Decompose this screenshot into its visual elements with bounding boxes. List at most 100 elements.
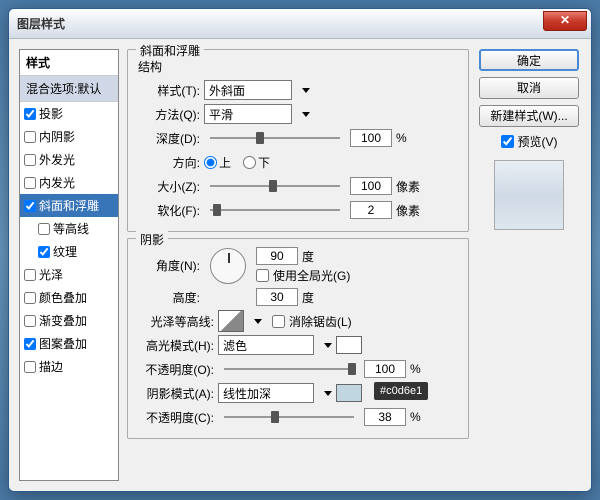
direction-down-radio[interactable]: 下 [243, 154, 270, 171]
dialog-body: 样式 混合选项:默认 投影内阴影外发光内发光斜面和浮雕等高线纹理光泽颜色叠加渐变… [9, 39, 591, 491]
hl-color-swatch[interactable] [336, 336, 362, 354]
altitude-label: 高度: [136, 289, 200, 306]
sidebar-item[interactable]: 投影 [20, 102, 118, 125]
cancel-button[interactable]: 取消 [479, 77, 579, 99]
sidebar-item-label: 内阴影 [39, 128, 75, 145]
titlebar[interactable]: 图层样式 ✕ [9, 9, 591, 39]
blend-options-row[interactable]: 混合选项:默认 [20, 76, 118, 102]
sidebar-item[interactable]: 斜面和浮雕 [20, 194, 118, 217]
main-panel: 斜面和浮雕 结构 样式(T): 外斜面 方法(Q): 平滑 深度(D): 100… [127, 49, 469, 481]
sh-opacity-input[interactable]: 38 [364, 408, 406, 426]
size-input[interactable]: 100 [350, 177, 392, 195]
layer-style-dialog: 图层样式 ✕ 样式 混合选项:默认 投影内阴影外发光内发光斜面和浮雕等高线纹理光… [8, 8, 592, 492]
altitude-input[interactable]: 30 [256, 288, 298, 306]
close-icon: ✕ [560, 13, 570, 27]
sidebar-header: 样式 [20, 50, 118, 76]
sidebar-item-checkbox[interactable] [24, 338, 36, 350]
angle-input[interactable]: 90 [256, 247, 298, 265]
bevel-group: 斜面和浮雕 结构 样式(T): 外斜面 方法(Q): 平滑 深度(D): 100… [127, 49, 469, 232]
sh-opacity-slider[interactable] [224, 408, 354, 426]
sidebar-item[interactable]: 纹理 [20, 240, 118, 263]
sh-color-swatch[interactable] [336, 384, 362, 402]
soften-input[interactable]: 2 [350, 201, 392, 219]
chevron-down-icon[interactable] [324, 343, 332, 348]
preview-thumbnail [494, 160, 564, 230]
depth-label: 深度(D): [136, 130, 200, 147]
chevron-down-icon[interactable] [254, 319, 262, 324]
angle-dial[interactable] [210, 248, 246, 284]
shading-legend: 阴影 [136, 231, 168, 248]
sidebar-item-label: 内发光 [39, 174, 75, 191]
sidebar-item-checkbox[interactable] [38, 246, 50, 258]
chevron-down-icon[interactable] [324, 391, 332, 396]
contour-label: 光泽等高线: [136, 313, 214, 330]
sidebar-item-checkbox[interactable] [24, 315, 36, 327]
sidebar-item-label: 纹理 [53, 243, 77, 260]
direction-label: 方向: [136, 154, 200, 171]
technique-select[interactable]: 平滑 [204, 104, 292, 124]
sh-mode-label: 阴影模式(A): [136, 385, 214, 402]
new-style-button[interactable]: 新建样式(W)... [479, 105, 579, 127]
pct-unit: % [396, 131, 424, 145]
bevel-legend: 斜面和浮雕 [136, 42, 204, 59]
depth-input[interactable]: 100 [350, 129, 392, 147]
sidebar-item[interactable]: 颜色叠加 [20, 286, 118, 309]
global-light-checkbox[interactable]: 使用全局光(G) [256, 267, 350, 284]
sidebar-item-label: 图案叠加 [39, 335, 87, 352]
direction-up-radio[interactable]: 上 [204, 154, 231, 171]
sidebar-item-label: 投影 [39, 105, 63, 122]
style-select[interactable]: 外斜面 [204, 80, 292, 100]
px-unit: 像素 [396, 202, 424, 219]
contour-picker[interactable] [218, 310, 244, 332]
size-slider[interactable] [210, 177, 340, 195]
hl-mode-select[interactable]: 滤色 [218, 335, 314, 355]
soften-label: 软化(F): [136, 202, 200, 219]
sh-mode-select[interactable]: 线性加深 [218, 383, 314, 403]
sidebar-item[interactable]: 内阴影 [20, 125, 118, 148]
hl-opacity-slider[interactable] [224, 360, 354, 378]
chevron-down-icon[interactable] [302, 88, 310, 93]
sidebar-item-checkbox[interactable] [24, 361, 36, 373]
soften-slider[interactable] [210, 201, 340, 219]
sidebar-item-checkbox[interactable] [24, 177, 36, 189]
sidebar-item-label: 颜色叠加 [39, 289, 87, 306]
deg-unit: 度 [302, 289, 314, 306]
right-panel: 确定 取消 新建样式(W)... 预览(V) [477, 49, 581, 481]
preview-checkbox[interactable]: 预览(V) [501, 133, 558, 150]
sidebar-item-label: 斜面和浮雕 [39, 197, 99, 214]
hl-opacity-input[interactable]: 100 [364, 360, 406, 378]
sidebar-item-checkbox[interactable] [24, 154, 36, 166]
sidebar-item[interactable]: 内发光 [20, 171, 118, 194]
sidebar-item[interactable]: 等高线 [20, 217, 118, 240]
size-label: 大小(Z): [136, 178, 200, 195]
technique-label: 方法(Q): [136, 106, 200, 123]
sidebar-item-checkbox[interactable] [24, 131, 36, 143]
depth-slider[interactable] [210, 129, 340, 147]
sh-opacity-label: 不透明度(C): [136, 409, 214, 426]
px-unit: 像素 [396, 178, 424, 195]
style-label: 样式(T): [136, 82, 200, 99]
sidebar-item-checkbox[interactable] [24, 200, 36, 212]
sidebar-item-label: 光泽 [39, 266, 63, 283]
hl-opacity-label: 不透明度(O): [136, 361, 214, 378]
shading-group: 阴影 角度(N): 90 度 使用全局光(G) 高度: 30 [127, 238, 469, 439]
sidebar-item[interactable]: 光泽 [20, 263, 118, 286]
ok-button[interactable]: 确定 [479, 49, 579, 71]
color-tooltip: #c0d6e1 [374, 382, 428, 400]
sidebar-item[interactable]: 图案叠加 [20, 332, 118, 355]
sidebar-item[interactable]: 渐变叠加 [20, 309, 118, 332]
sidebar-item-checkbox[interactable] [38, 223, 50, 235]
sidebar-item-checkbox[interactable] [24, 292, 36, 304]
antialias-checkbox[interactable]: 消除锯齿(L) [272, 313, 352, 330]
chevron-down-icon[interactable] [302, 112, 310, 117]
structure-legend: 结构 [138, 58, 460, 75]
sidebar-item-checkbox[interactable] [24, 108, 36, 120]
angle-label: 角度(N): [136, 257, 200, 274]
sidebar-item[interactable]: 外发光 [20, 148, 118, 171]
sidebar-item-label: 等高线 [53, 220, 89, 237]
close-button[interactable]: ✕ [543, 11, 587, 31]
sidebar-item[interactable]: 描边 [20, 355, 118, 378]
sidebar-item-checkbox[interactable] [24, 269, 36, 281]
sidebar-item-label: 渐变叠加 [39, 312, 87, 329]
styles-sidebar: 样式 混合选项:默认 投影内阴影外发光内发光斜面和浮雕等高线纹理光泽颜色叠加渐变… [19, 49, 119, 481]
